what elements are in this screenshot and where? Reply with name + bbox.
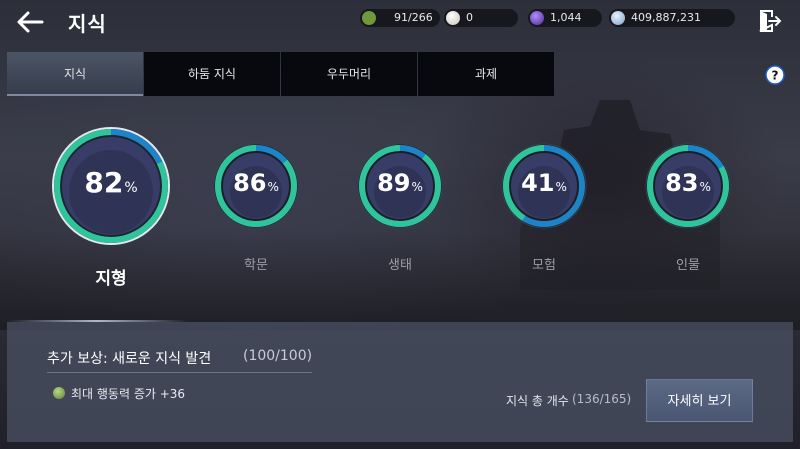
back-arrow-icon[interactable] — [14, 8, 46, 36]
percent-value: 89 — [377, 169, 411, 198]
category-percent: 89% — [356, 169, 444, 197]
resource-pearl: 0 — [444, 9, 518, 27]
category-percent: 86% — [212, 169, 300, 197]
page-title: 지식 — [68, 12, 107, 36]
category-label: 지형 — [95, 269, 127, 289]
divider — [47, 372, 312, 373]
percent-sign: % — [267, 180, 279, 195]
category-label: 학문 — [244, 258, 268, 273]
reward-title: 추가 보상: 새로운 지식 발견 — [47, 351, 212, 367]
percent-sign: % — [699, 180, 711, 195]
resource-value: 409,887,231 — [631, 11, 701, 24]
category-percent: 83% — [644, 169, 732, 197]
percent-value: 86 — [233, 169, 267, 198]
resource-value: 1,044 — [550, 11, 582, 24]
resource-purple-orb: 1,044 — [528, 9, 602, 27]
tab-boss[interactable]: 우두머리 — [281, 52, 417, 96]
percent-value: 82 — [84, 166, 124, 200]
resource-value: 91/266 — [394, 11, 433, 24]
pearl-icon — [446, 11, 460, 25]
tab-hadum-knowledge[interactable]: 하둠 지식 — [144, 52, 280, 96]
exit-icon[interactable] — [756, 8, 782, 34]
resource-action-points: 91/266 — [360, 9, 440, 27]
purple-orb-icon — [530, 11, 544, 25]
action-point-icon — [362, 11, 376, 25]
percent-sign: % — [555, 180, 567, 195]
percent-sign: % — [124, 180, 138, 197]
action-point-icon — [53, 387, 65, 399]
category-percent: 82% — [51, 166, 171, 199]
help-icon[interactable]: ? — [765, 65, 785, 85]
resource-silver: 409,887,231 — [609, 9, 735, 27]
reward-count: (100/100) — [243, 348, 313, 364]
svg-text:?: ? — [772, 69, 779, 83]
category-label: 인물 — [676, 258, 700, 273]
category-label: 생태 — [388, 258, 412, 273]
tab-knowledge[interactable]: 지식 — [7, 52, 143, 96]
category-percent: 41% — [500, 169, 588, 197]
silver-coin-icon — [611, 11, 625, 25]
category-label: 모험 — [532, 258, 556, 273]
tab-tasks[interactable]: 과제 — [418, 52, 554, 96]
knowledge-category-3[interactable]: 41% 모험 — [500, 142, 588, 278]
top-bar: 지식 91/266 0 1,044 409,887,231 — [0, 0, 800, 44]
view-details-button[interactable]: 자세히 보기 — [646, 379, 753, 422]
percent-sign: % — [411, 180, 423, 195]
resource-value: 0 — [466, 11, 473, 24]
percent-value: 83 — [665, 169, 699, 198]
knowledge-category-0[interactable]: 82% 지형 — [51, 126, 171, 289]
percent-value: 41 — [521, 169, 555, 198]
knowledge-category-4[interactable]: 83% 인물 — [644, 142, 732, 278]
knowledge-category-2[interactable]: 89% 생태 — [356, 142, 444, 278]
total-knowledge-count: (136/165) — [572, 392, 632, 406]
total-knowledge-label: 지식 총 개수 — [506, 394, 569, 408]
reward-effect: 최대 행동력 증가 +36 — [71, 387, 186, 401]
tab-bar: 지식 하둠 지식 우두머리 과제 — [7, 52, 555, 96]
knowledge-category-1[interactable]: 86% 학문 — [212, 142, 300, 278]
